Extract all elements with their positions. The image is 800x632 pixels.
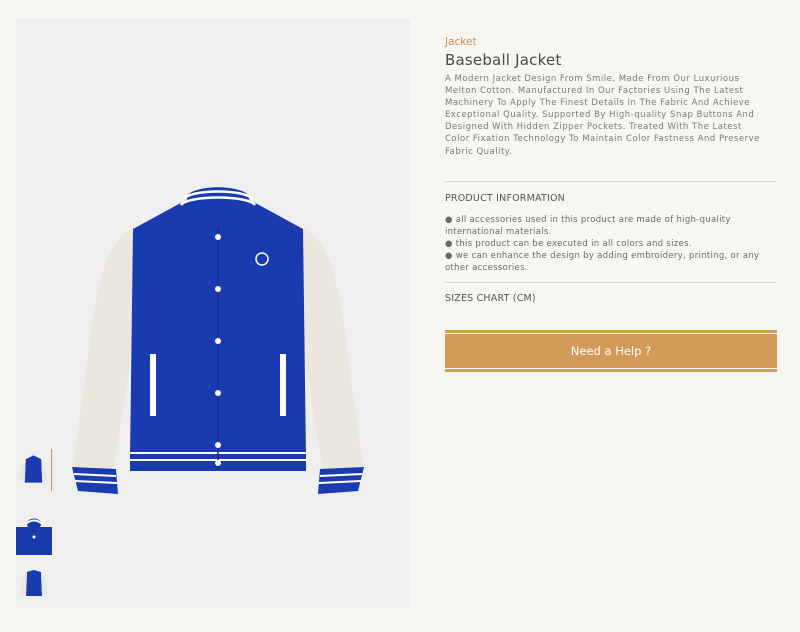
main-product-image[interactable] xyxy=(68,169,368,499)
product-information-heading: PRODUCT INFORMATION xyxy=(445,193,565,204)
divider xyxy=(445,282,777,283)
thumbnail-collar-closeup[interactable] xyxy=(16,513,52,555)
thumbnail-back-view[interactable] xyxy=(16,562,52,604)
product-title: Baseball Jacket xyxy=(445,51,562,69)
list-item: ● this product can be executed in all co… xyxy=(445,239,692,249)
product-gallery xyxy=(16,19,410,608)
list-item: ● all accessories used in this product a… xyxy=(445,215,731,237)
list-item: ● we can enhance the design by adding em… xyxy=(445,251,760,273)
sizes-chart-heading[interactable]: SIZES CHART (CM) xyxy=(445,293,536,304)
divider xyxy=(445,181,777,182)
thumbnail-front-view[interactable] xyxy=(16,449,52,491)
product-description: A Modern Jacket Design From Smile, Made … xyxy=(445,74,760,157)
need-help-button[interactable]: Need a Help ? xyxy=(445,330,777,372)
product-details: Jacket Baseball Jacket A Modern Jacket D… xyxy=(445,33,777,372)
product-information-list: ● all accessories used in this product a… xyxy=(445,214,765,274)
product-category-link[interactable]: Jacket xyxy=(445,33,777,51)
